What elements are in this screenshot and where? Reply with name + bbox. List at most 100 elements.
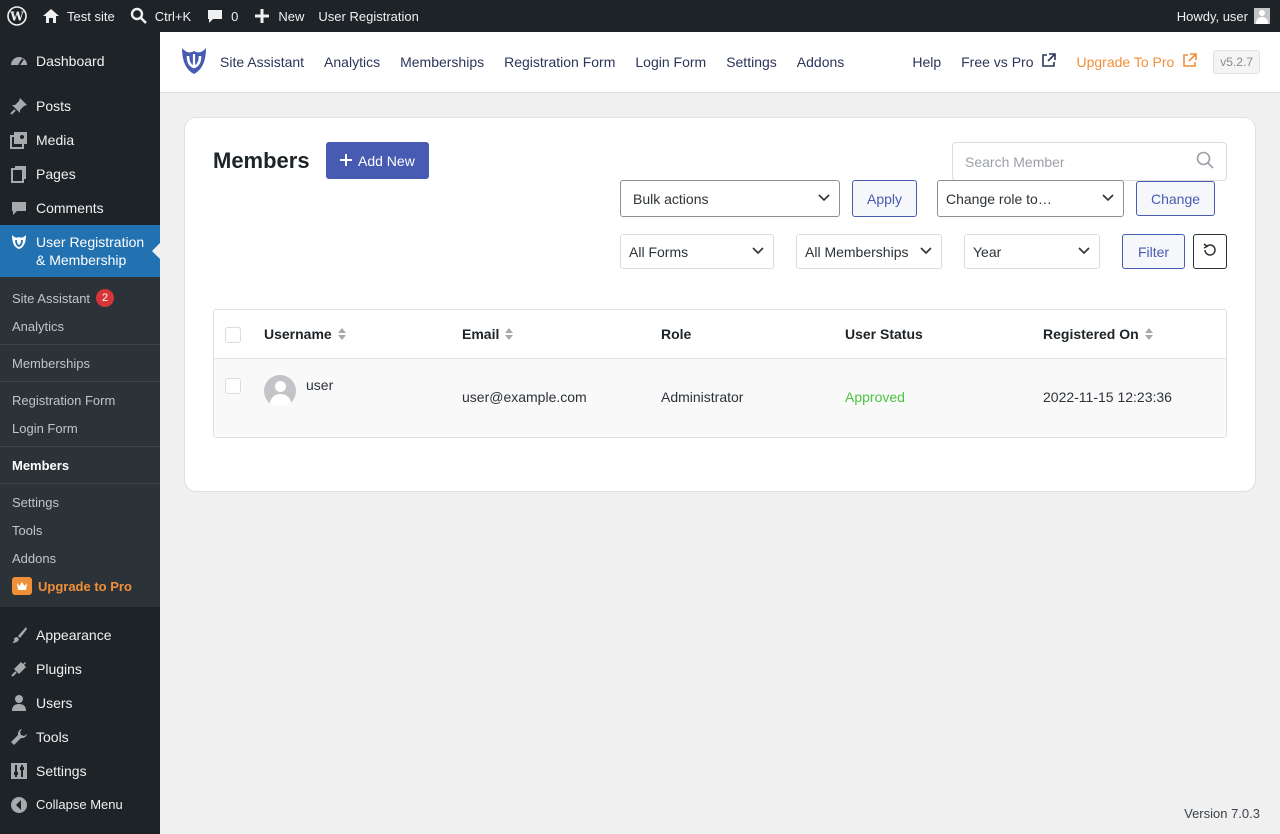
all-forms-select[interactable]: All Forms — [620, 234, 774, 269]
sidebar-item-pages[interactable]: Pages — [0, 157, 160, 191]
sort-icon — [337, 328, 346, 340]
sidebar-item-tools[interactable]: Tools — [0, 720, 160, 754]
nav-login-form[interactable]: Login Form — [635, 54, 706, 70]
sidebar-item-posts[interactable]: Posts — [0, 89, 160, 123]
sidebar-label: Users — [36, 695, 73, 711]
change-role-value: Change role to… — [946, 190, 1052, 207]
sidebar-item-users[interactable]: Users — [0, 686, 160, 720]
column-email[interactable]: Email — [462, 326, 514, 342]
sidebar-item-appearance[interactable]: Appearance — [0, 618, 160, 652]
email-value: user@example.com — [462, 389, 587, 405]
plugin-link[interactable]: User Registration — [311, 0, 425, 32]
nav-settings[interactable]: Settings — [726, 54, 777, 70]
submenu-registration-form[interactable]: Registration Form — [0, 386, 160, 414]
wordpress-logo-icon[interactable]: W — [0, 0, 34, 32]
submenu-upgrade-to-pro[interactable]: Upgrade to Pro — [0, 572, 160, 600]
pin-icon — [10, 97, 28, 115]
add-new-label: Add New — [358, 152, 415, 169]
submenu-login-form[interactable]: Login Form — [0, 414, 160, 442]
dashboard-icon — [10, 52, 28, 70]
nav-memberships[interactable]: Memberships — [400, 54, 484, 70]
sort-icon — [505, 328, 514, 340]
site-name-link[interactable]: Test site — [34, 0, 122, 32]
bulk-actions-select[interactable]: Bulk actions — [620, 180, 840, 217]
change-button[interactable]: Change — [1136, 181, 1215, 216]
sidebar-label: Media — [36, 132, 75, 148]
submenu-label: Registration Form — [12, 392, 116, 408]
upgrade-to-pro-link[interactable]: Upgrade To Pro — [1076, 53, 1198, 71]
chevron-down-icon — [1101, 190, 1115, 207]
account-menu[interactable]: Howdy, user — [1177, 8, 1280, 24]
chevron-down-icon — [751, 243, 765, 260]
submenu-label: Site Assistant — [12, 290, 91, 306]
row-role: Administrator — [661, 389, 743, 405]
filter-button[interactable]: Filter — [1122, 234, 1185, 269]
external-link-icon — [1041, 53, 1057, 71]
column-label: User Status — [845, 326, 923, 342]
username-link[interactable]: user — [306, 377, 333, 393]
chevron-down-icon — [919, 243, 933, 260]
submenu-settings[interactable]: Settings — [0, 488, 160, 516]
column-registered-on[interactable]: Registered On — [1043, 326, 1153, 342]
search-icon — [1196, 151, 1214, 172]
chevron-down-icon — [1077, 243, 1091, 260]
sidebar-item-user-registration[interactable]: User Registration & Membership — [0, 225, 160, 277]
notification-badge: 2 — [96, 289, 115, 307]
sidebar-item-media[interactable]: Media — [0, 123, 160, 157]
sidebar-item-comments[interactable]: Comments — [0, 191, 160, 225]
command-search-link[interactable]: Ctrl+K — [122, 0, 198, 32]
sidebar-item-dashboard[interactable]: Dashboard — [0, 44, 160, 78]
year-select[interactable]: Year — [964, 234, 1100, 269]
search-member-input[interactable]: Search Member — [952, 142, 1227, 181]
checkbox-box — [225, 378, 241, 394]
plug-icon — [10, 660, 28, 678]
nav-analytics[interactable]: Analytics — [324, 54, 380, 70]
version-chip: v5.2.7 — [1213, 50, 1260, 74]
sidebar-label: Settings — [36, 763, 87, 779]
user-registration-logo-icon[interactable] — [180, 46, 208, 79]
apply-button[interactable]: Apply — [852, 180, 917, 217]
sidebar-item-settings[interactable]: Settings — [0, 754, 160, 788]
submenu-addons[interactable]: Addons — [0, 544, 160, 572]
home-icon — [41, 6, 61, 26]
help-link[interactable]: Help — [912, 54, 941, 70]
crown-icon — [12, 577, 32, 595]
row-checkbox[interactable] — [225, 378, 241, 394]
sidebar-label: Comments — [36, 200, 104, 216]
free-vs-pro-link[interactable]: Free vs Pro — [961, 53, 1057, 71]
change-role-select[interactable]: Change role to… — [937, 180, 1124, 217]
registered-on-value: 2022-11-15 12:23:36 — [1043, 389, 1172, 405]
submenu-analytics[interactable]: Analytics — [0, 312, 160, 340]
status-value: Approved — [845, 389, 905, 405]
submenu-tools[interactable]: Tools — [0, 516, 160, 544]
plugin-nav: Site Assistant Analytics Memberships Reg… — [220, 54, 844, 70]
add-new-button[interactable]: Add New — [326, 142, 429, 179]
collapse-menu-button[interactable]: Collapse Menu — [0, 788, 160, 822]
submenu-site-assistant[interactable]: Site Assistant 2 — [0, 284, 160, 312]
howdy-label: Howdy, user — [1176, 8, 1248, 24]
submenu-divider — [0, 381, 160, 382]
bulk-actions-value: Bulk actions — [633, 190, 709, 207]
submenu-members[interactable]: Members — [0, 451, 160, 479]
comment-icon — [10, 199, 28, 217]
nav-registration-form[interactable]: Registration Form — [504, 54, 615, 70]
submenu-memberships[interactable]: Memberships — [0, 349, 160, 377]
nav-site-assistant[interactable]: Site Assistant — [220, 54, 304, 70]
site-name-label: Test site — [67, 8, 115, 24]
column-username[interactable]: Username — [264, 326, 346, 342]
select-all-checkbox[interactable] — [225, 327, 241, 343]
comments-link[interactable]: 0 — [198, 0, 245, 32]
change-label: Change — [1150, 190, 1201, 207]
sidebar-item-plugins[interactable]: Plugins — [0, 652, 160, 686]
all-forms-value: All Forms — [629, 243, 689, 260]
new-content-link[interactable]: New — [245, 0, 311, 32]
svg-text:W: W — [9, 10, 24, 24]
all-memberships-select[interactable]: All Memberships — [796, 234, 942, 269]
collapse-arrow-icon — [10, 796, 28, 814]
sidebar-current-line2: & Membership — [36, 252, 127, 268]
submenu-divider — [0, 483, 160, 484]
paintbrush-icon — [10, 626, 28, 644]
settings-sliders-icon — [10, 762, 28, 780]
nav-addons[interactable]: Addons — [797, 54, 844, 70]
reset-filters-button[interactable] — [1193, 234, 1227, 269]
